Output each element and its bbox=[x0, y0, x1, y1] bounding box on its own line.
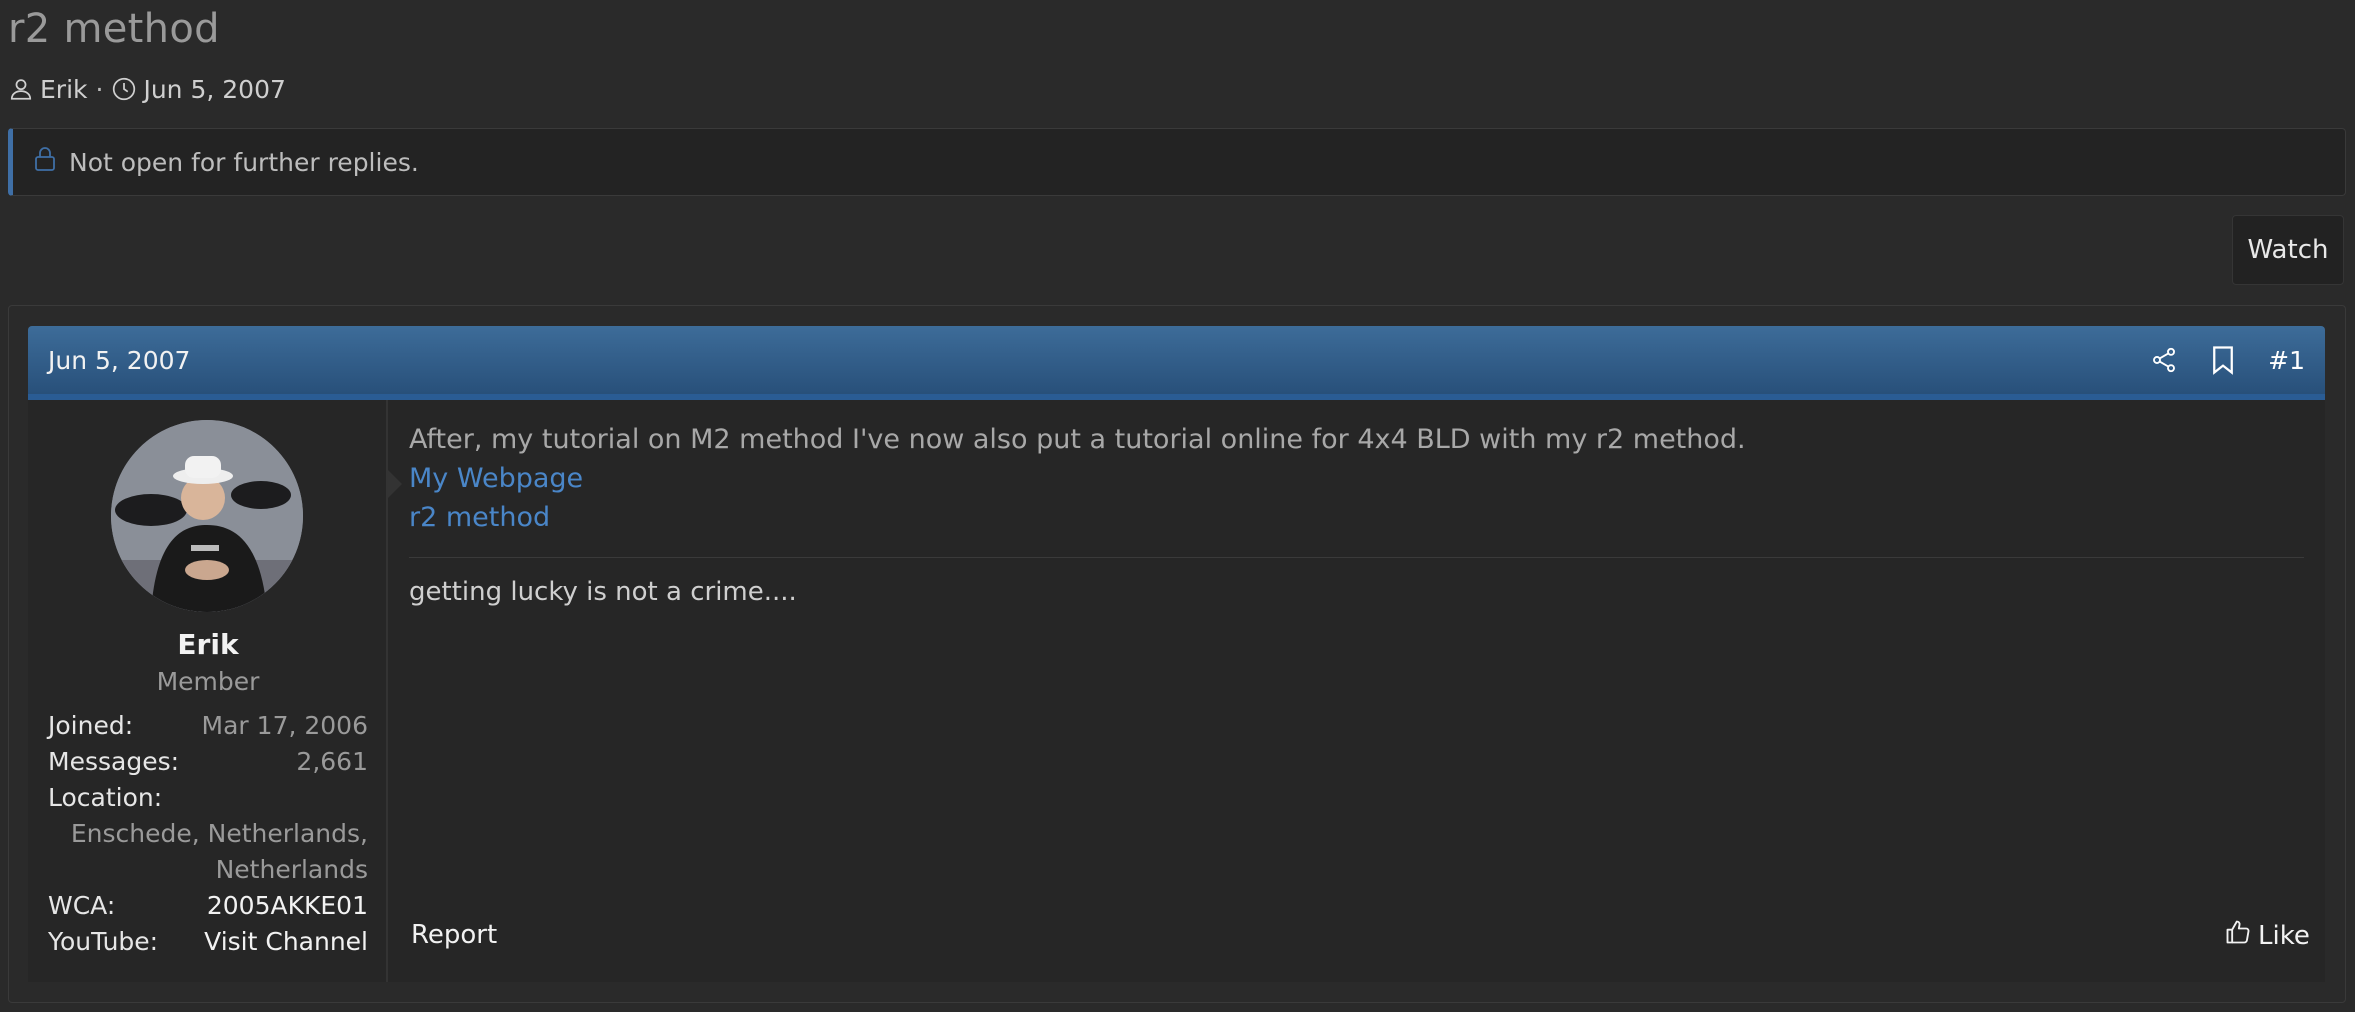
thread-page: r2 method Erik · Jun 5, 2007 Not open fo… bbox=[0, 0, 2355, 1012]
post-body: Erik Member Joined: Mar 17, 2006 Message… bbox=[28, 400, 2325, 982]
signature-divider bbox=[409, 557, 2304, 558]
lock-icon bbox=[33, 146, 57, 178]
location-line-1[interactable]: Enschede, Netherlands, bbox=[48, 816, 368, 852]
locked-notice: Not open for further replies. bbox=[8, 128, 2346, 196]
thread-title: r2 method bbox=[8, 6, 220, 52]
location-row: Location: bbox=[48, 780, 368, 816]
joined-row: Joined: Mar 17, 2006 bbox=[48, 708, 368, 744]
r2-method-link[interactable]: r2 method bbox=[409, 498, 550, 537]
wca-link[interactable]: 2005AKKE01 bbox=[207, 888, 368, 924]
bookmark-icon[interactable] bbox=[2210, 345, 2236, 375]
wca-label: WCA: bbox=[48, 891, 116, 920]
user-extras: Joined: Mar 17, 2006 Messages: 2,661 Loc… bbox=[48, 708, 368, 960]
locked-notice-text: Not open for further replies. bbox=[69, 147, 419, 177]
thread-author-link[interactable]: Erik bbox=[40, 75, 88, 104]
like-label: Like bbox=[2258, 920, 2310, 951]
joined-value: Mar 17, 2006 bbox=[201, 711, 368, 740]
messages-value: 2,661 bbox=[296, 747, 368, 776]
thread-date-link[interactable]: Jun 5, 2007 bbox=[143, 75, 285, 104]
user-icon bbox=[8, 76, 34, 102]
watch-button[interactable]: Watch bbox=[2232, 215, 2344, 285]
meta-separator: · bbox=[95, 74, 104, 104]
clock-icon bbox=[111, 76, 137, 102]
share-icon[interactable] bbox=[2150, 346, 2178, 374]
report-link[interactable]: Report bbox=[411, 920, 497, 950]
like-button[interactable]: Like bbox=[2224, 918, 2310, 953]
post-content: After, my tutorial on M2 method I've now… bbox=[409, 420, 2304, 537]
user-cell-arrow bbox=[388, 470, 402, 498]
user-avatar[interactable] bbox=[111, 420, 303, 612]
post-text: After, my tutorial on M2 method I've now… bbox=[409, 424, 1746, 455]
youtube-label: YouTube: bbox=[48, 927, 159, 956]
youtube-link[interactable]: Visit Channel bbox=[204, 924, 368, 960]
post-header: Jun 5, 2007 #1 bbox=[28, 326, 2325, 400]
wca-row: WCA: 2005AKKE01 bbox=[48, 888, 368, 924]
location-label: Location: bbox=[48, 783, 163, 812]
post-header-actions: #1 bbox=[2150, 345, 2305, 375]
location-line-2[interactable]: Netherlands bbox=[48, 852, 368, 888]
joined-label: Joined: bbox=[48, 711, 134, 740]
user-cell: Erik Member Joined: Mar 17, 2006 Message… bbox=[28, 400, 388, 982]
thread-meta: Erik · Jun 5, 2007 bbox=[8, 72, 286, 106]
messages-label: Messages: bbox=[48, 747, 180, 776]
user-title: Member bbox=[156, 667, 260, 696]
messages-row: Messages: 2,661 bbox=[48, 744, 368, 780]
youtube-row: YouTube: Visit Channel bbox=[48, 924, 368, 960]
post-number-link[interactable]: #1 bbox=[2268, 346, 2305, 375]
signature-text: getting lucky is not a crime.... bbox=[409, 577, 797, 607]
post-date-link[interactable]: Jun 5, 2007 bbox=[48, 346, 2150, 375]
user-name[interactable]: Erik bbox=[28, 628, 388, 661]
thumbs-up-icon bbox=[2224, 918, 2252, 953]
my-webpage-link[interactable]: My Webpage bbox=[409, 459, 583, 498]
